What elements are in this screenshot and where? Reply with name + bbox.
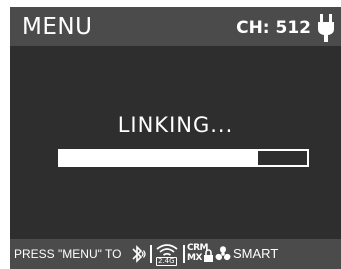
menu-title[interactable]: MENU: [22, 13, 92, 41]
smart-label: SMART: [233, 246, 279, 261]
footer-hint: PRESS "MENU" TO: [14, 247, 122, 261]
wifi-2.4g-icon: [156, 244, 178, 256]
main-area: LINKING...: [10, 46, 341, 237]
fan-icon: [215, 246, 231, 261]
footer-bar: PRESS "MENU" TO 2.4G CRM MX SMART: [10, 239, 341, 269]
footer-separator: [183, 245, 185, 263]
lock-icon: [204, 249, 213, 262]
progress-bar: [58, 149, 309, 167]
bluetooth-icon: [132, 245, 146, 263]
channel-readout: CH: 512: [236, 18, 311, 38]
crmx-label-bottom: MX: [187, 253, 202, 263]
device-screen: MENU CH: 512 LINKING... PRESS "MENU" TO …: [10, 7, 341, 269]
linking-status: LINKING...: [117, 113, 234, 137]
header-bar: MENU CH: 512: [10, 7, 341, 46]
wireless-badge: 2.4G: [156, 257, 177, 266]
plug-icon: [318, 14, 334, 42]
footer-separator: [150, 245, 152, 263]
progress-fill: [60, 151, 258, 165]
